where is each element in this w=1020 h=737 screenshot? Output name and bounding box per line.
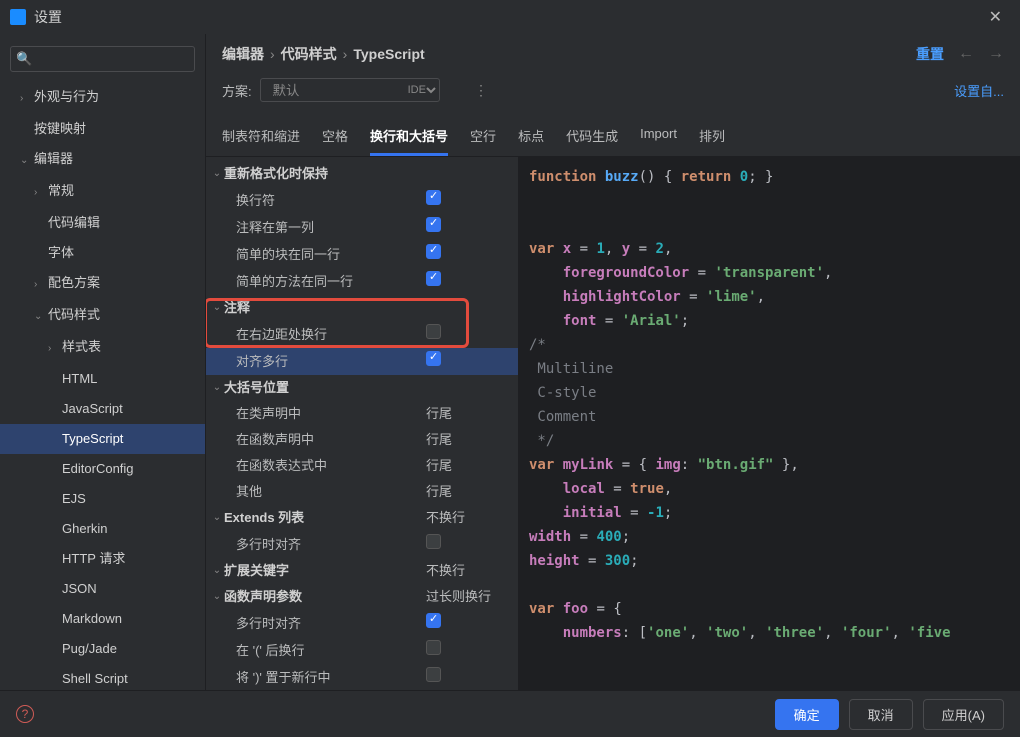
option-section[interactable]: ⌄Extends 列表不换行 [206,505,518,531]
option-section[interactable]: ⌄大括号位置 [206,375,518,401]
option-checkbox[interactable] [426,324,441,339]
option-checkbox[interactable] [426,534,441,549]
search-input[interactable] [10,46,195,72]
option-row[interactable]: 在 '(' 后换行 [206,637,518,664]
sidebar-item[interactable]: ›常规 [0,176,205,208]
close-icon[interactable]: ✕ [981,3,1010,31]
sidebar-item[interactable]: ›配色方案 [0,268,205,300]
option-checkbox[interactable] [426,613,441,628]
set-from-link[interactable]: 设置自... [954,81,1004,100]
option-row[interactable]: 其他行尾 [206,479,518,505]
sidebar-item[interactable]: Gherkin [0,514,205,544]
sidebar-item[interactable]: ›外观与行为 [0,82,205,114]
option-row[interactable]: 注释在第一列 [206,214,518,241]
window-title: 设置 [34,7,981,27]
chevron-icon: ⌄ [34,306,46,328]
breadcrumb-c: TypeScript [353,46,424,62]
option-row[interactable]: 在类声明中行尾 [206,401,518,427]
sidebar-item[interactable]: EditorConfig [0,454,205,484]
help-icon[interactable]: ? [16,705,34,723]
option-row[interactable]: 在右边距处换行 [206,321,518,348]
tab[interactable]: 制表符和缩进 [222,126,300,156]
back-icon[interactable]: ← [958,45,974,63]
chevron-down-icon: ⌄ [210,298,224,318]
sidebar-item[interactable]: HTML [0,364,205,394]
option-section[interactable]: ⌄注释 [206,295,518,321]
sidebar-item[interactable]: ⌄代码样式 [0,300,205,332]
option-row[interactable]: 对齐多行 [206,348,518,375]
sidebar-item[interactable]: TypeScript [0,424,205,454]
scheme-select[interactable]: 默认 [260,78,440,102]
chevron-right-icon: › [270,46,275,62]
chevron-icon: › [34,182,46,204]
sidebar-item[interactable]: Shell Script [0,664,205,690]
gear-icon[interactable]: ⋮ [474,82,488,99]
sidebar-item[interactable]: HTTP 请求 [0,544,205,574]
chevron-down-icon: ⌄ [210,561,224,581]
tab[interactable]: Import [640,126,677,156]
tab[interactable]: 代码生成 [566,126,618,156]
option-checkbox[interactable] [426,190,441,205]
sidebar-item[interactable]: Markdown [0,604,205,634]
sidebar-item[interactable]: JSON [0,574,205,604]
search-icon: 🔍 [16,51,32,67]
tab[interactable]: 空行 [470,126,496,156]
tab[interactable]: 标点 [518,126,544,156]
chevron-right-icon: › [343,46,348,62]
option-row[interactable]: 多行时对齐 [206,531,518,558]
forward-icon[interactable]: → [988,45,1004,63]
option-row[interactable]: 简单的方法在同一行 [206,268,518,295]
chevron-icon: › [48,338,60,360]
chevron-icon: › [20,88,32,110]
chevron-down-icon: ⌄ [210,164,224,184]
option-checkbox[interactable] [426,244,441,259]
chevron-icon: › [34,274,46,296]
tab[interactable]: 排列 [699,126,725,156]
sidebar-item[interactable]: 按键映射 [0,114,205,144]
option-checkbox[interactable] [426,640,441,655]
breadcrumb-b[interactable]: 代码样式 [281,44,337,64]
option-row[interactable]: 在函数声明中行尾 [206,427,518,453]
option-row[interactable]: 多行时对齐 [206,610,518,637]
chevron-down-icon: ⌄ [210,378,224,398]
sidebar-item[interactable]: 代码编辑 [0,208,205,238]
option-checkbox[interactable] [426,351,441,366]
sidebar-item[interactable]: ›样式表 [0,332,205,364]
option-row[interactable]: 换行符 [206,187,518,214]
sidebar-item[interactable]: Pug/Jade [0,634,205,664]
option-row[interactable]: 简单的块在同一行 [206,241,518,268]
option-row[interactable]: 在函数表达式中行尾 [206,453,518,479]
option-row[interactable]: 将 ')' 置于新行中 [206,664,518,690]
ok-button[interactable]: 确定 [775,699,839,730]
option-section[interactable]: ⌄重新格式化时保持 [206,161,518,187]
option-section[interactable]: ⌄扩展关键字不换行 [206,558,518,584]
breadcrumb-a[interactable]: 编辑器 [222,44,264,64]
reset-link[interactable]: 重置 [916,44,944,64]
app-icon [10,9,26,25]
sidebar-item[interactable]: ⌄编辑器 [0,144,205,176]
option-checkbox[interactable] [426,667,441,682]
chevron-icon: ⌄ [20,150,32,172]
tab[interactable]: 空格 [322,126,348,156]
scheme-label: 方案: [222,81,252,100]
chevron-down-icon: ⌄ [210,587,224,607]
sidebar-item[interactable]: EJS [0,484,205,514]
cancel-button[interactable]: 取消 [849,699,913,730]
option-checkbox[interactable] [426,271,441,286]
apply-button[interactable]: 应用(A) [923,699,1004,730]
tab[interactable]: 换行和大括号 [370,126,448,156]
sidebar-item[interactable]: 字体 [0,238,205,268]
option-section[interactable]: ⌄函数声明参数过长则换行 [206,584,518,610]
chevron-down-icon: ⌄ [210,508,224,528]
code-preview: function buzz() { return 0; } var x = 1,… [519,157,1020,690]
sidebar-item[interactable]: JavaScript [0,394,205,424]
option-checkbox[interactable] [426,217,441,232]
